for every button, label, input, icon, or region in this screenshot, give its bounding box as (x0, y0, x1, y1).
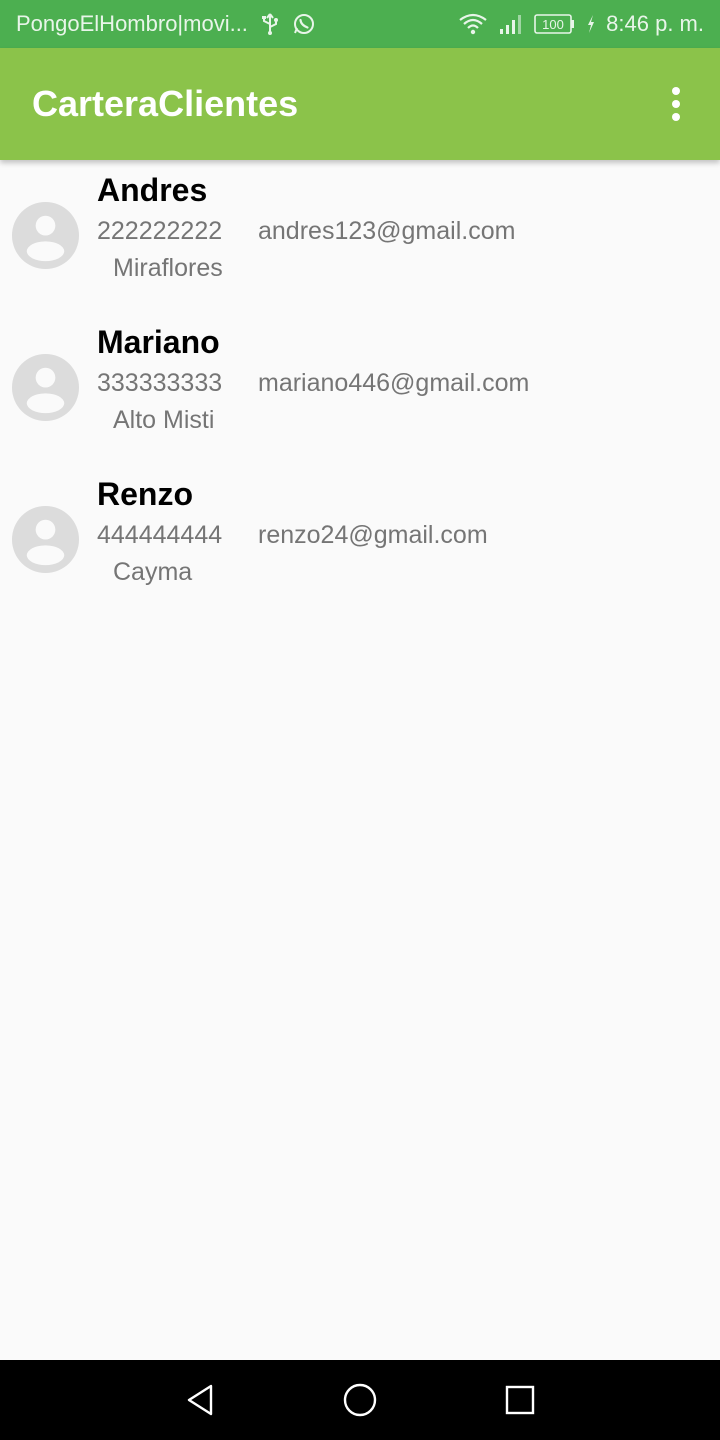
client-email: mariano446@gmail.com (258, 369, 530, 397)
client-phone: 222222222 (97, 217, 223, 245)
client-email: renzo24@gmail.com (258, 521, 488, 549)
recents-button[interactable] (500, 1380, 540, 1420)
signal-icon (498, 12, 524, 36)
whatsapp-icon (292, 12, 316, 36)
app-title: CarteraClientes (32, 83, 299, 124)
client-list: Andres 222222222 andres123@gmail.com Mir… (0, 160, 720, 616)
home-icon (343, 1383, 377, 1417)
avatar-icon (11, 353, 80, 422)
navigation-bar (0, 1360, 720, 1440)
charging-icon (586, 14, 596, 34)
recents-icon (505, 1385, 535, 1415)
back-button[interactable] (180, 1380, 220, 1420)
battery-level: 100 (542, 17, 564, 32)
client-name: Andres (97, 172, 208, 208)
client-phone: 333333333 (97, 369, 223, 397)
usb-icon (260, 12, 280, 36)
overflow-menu-button[interactable] (660, 80, 692, 128)
notification-text: PongoElHombro|movi... (16, 11, 248, 36)
client-district: Cayma (113, 558, 193, 586)
screen: PongoElHombro|movi... 100 8:46 p. m. Car… (0, 0, 720, 1440)
list-item[interactable]: Andres 222222222 andres123@gmail.com Mir… (0, 160, 720, 312)
client-phone: 444444444 (97, 521, 223, 549)
status-left: PongoElHombro|movi... (16, 11, 458, 37)
list-item[interactable]: Mariano 333333333 mariano446@gmail.com A… (0, 312, 720, 464)
avatar-icon (11, 505, 80, 574)
client-name: Renzo (97, 476, 193, 512)
client-email: andres123@gmail.com (258, 217, 516, 245)
home-button[interactable] (340, 1380, 380, 1420)
status-time: 8:46 p. m. (606, 11, 704, 36)
avatar-icon (11, 201, 80, 270)
battery-icon: 100 (534, 12, 576, 36)
client-district: Alto Misti (113, 406, 215, 434)
status-right: 100 8:46 p. m. (458, 11, 704, 37)
wifi-icon (458, 12, 488, 36)
overflow-menu-icon (672, 87, 680, 121)
back-icon (187, 1384, 213, 1416)
app-bar: CarteraClientes (0, 48, 720, 160)
list-item[interactable]: Renzo 444444444 renzo24@gmail.com Cayma (0, 464, 720, 616)
client-district: Miraflores (113, 254, 223, 282)
client-name: Mariano (97, 324, 220, 360)
status-bar: PongoElHombro|movi... 100 8:46 p. m. (0, 0, 720, 48)
